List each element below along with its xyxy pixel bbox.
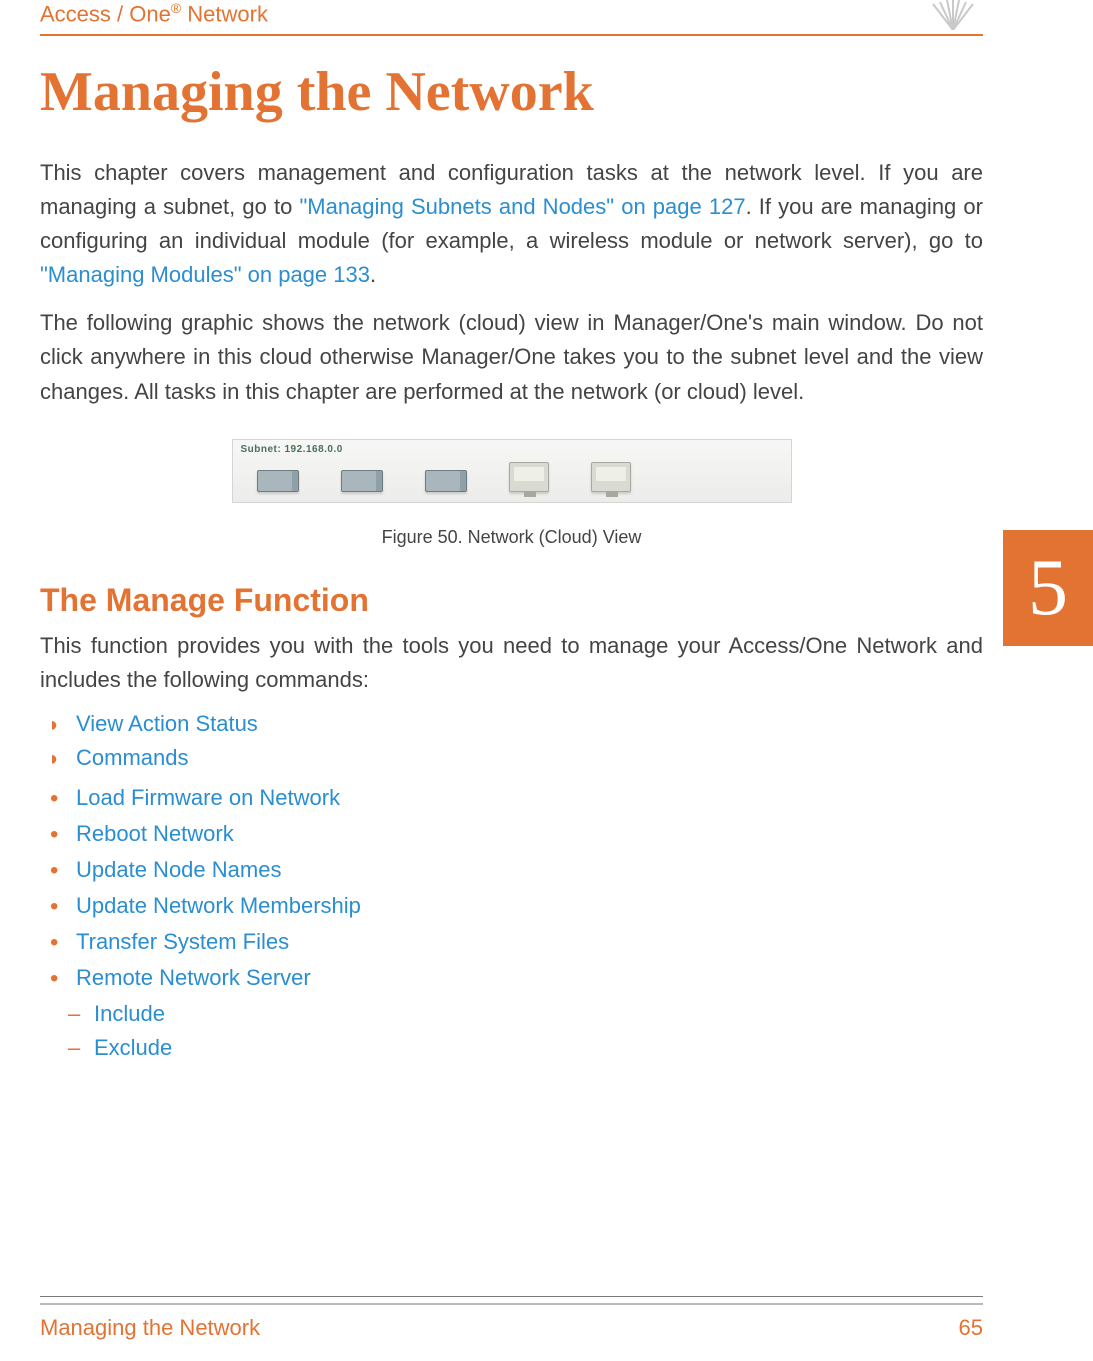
subsub-list: Include Exclude	[40, 1001, 983, 1061]
link-commands[interactable]: Commands	[76, 745, 983, 771]
top-list: View Action Status Commands	[40, 711, 983, 771]
footer-rule	[40, 1296, 983, 1297]
chapter-number: 5	[1028, 543, 1068, 634]
chapter-tab: 5	[1003, 530, 1093, 646]
figure-block: Subnet: 192.168.0.0 Figure 50. Network (…	[40, 439, 983, 548]
page-header: Access / One® Network	[40, 0, 983, 36]
link-view-action-status[interactable]: View Action Status	[76, 711, 983, 737]
link-update-network-membership[interactable]: Update Network Membership	[76, 893, 983, 919]
link-remote-network-server[interactable]: Remote Network Server	[76, 965, 983, 991]
link-load-firmware[interactable]: Load Firmware on Network	[76, 785, 983, 811]
section-intro: This function provides you with the tool…	[40, 629, 983, 697]
figure-subnet-label: Subnet: 192.168.0.0	[241, 444, 343, 455]
monitor-icon	[509, 462, 549, 492]
figure-image: Subnet: 192.168.0.0	[232, 439, 792, 503]
link-managing-subnets[interactable]: "Managing Subnets and Nodes" on page 127	[299, 194, 745, 219]
device-icon	[341, 470, 383, 492]
antenna-icon	[923, 0, 983, 30]
sub-list: Load Firmware on Network Reboot Network …	[40, 785, 983, 991]
header-suffix: Network	[181, 1, 268, 26]
paragraph-intro-2: The following graphic shows the network …	[40, 306, 983, 408]
page-title: Managing the Network	[40, 60, 983, 124]
link-transfer-system-files[interactable]: Transfer System Files	[76, 929, 983, 955]
footer-page-number: 65	[959, 1315, 983, 1341]
link-managing-modules[interactable]: "Managing Modules" on page 133	[40, 262, 370, 287]
paragraph-intro-1: This chapter covers management and confi…	[40, 156, 983, 292]
figure-caption: Figure 50. Network (Cloud) View	[40, 527, 983, 548]
header-product: Access / One® Network	[40, 0, 268, 27]
page-footer: Managing the Network 65	[40, 1303, 983, 1341]
device-icon	[425, 470, 467, 492]
link-reboot-network[interactable]: Reboot Network	[76, 821, 983, 847]
p1-post: .	[370, 262, 376, 287]
section-heading: The Manage Function	[40, 582, 983, 619]
header-prefix: Access / One	[40, 1, 171, 26]
link-include[interactable]: Include	[94, 1001, 983, 1027]
link-update-node-names[interactable]: Update Node Names	[76, 857, 983, 883]
link-exclude[interactable]: Exclude	[94, 1035, 983, 1061]
footer-title: Managing the Network	[40, 1315, 260, 1341]
device-icon	[257, 470, 299, 492]
monitor-icon	[591, 462, 631, 492]
registered-mark: ®	[171, 0, 181, 16]
